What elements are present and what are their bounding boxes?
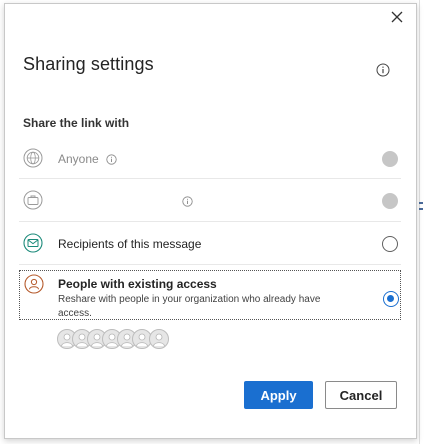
option-label: Recipients of this message — [58, 237, 202, 251]
close-button[interactable] — [386, 6, 408, 28]
info-button[interactable] — [376, 63, 390, 77]
globe-icon — [23, 148, 43, 168]
radio-anyone[interactable] — [382, 151, 398, 167]
mail-icon — [23, 233, 43, 253]
avatar — [149, 329, 169, 349]
radio-recipients[interactable] — [382, 236, 398, 252]
radio-existing-access[interactable] — [383, 291, 399, 307]
info-icon[interactable] — [106, 154, 117, 165]
option-existing-access[interactable]: People with existing access Reshare with… — [19, 270, 401, 320]
divider — [19, 178, 401, 179]
close-icon — [391, 11, 403, 23]
section-label: Share the link with — [23, 116, 130, 130]
option-label: People with existing access — [58, 277, 217, 291]
sharing-settings-dialog: Sharing settings Share the link with Any… — [4, 3, 417, 439]
briefcase-icon — [23, 190, 43, 210]
divider — [19, 264, 401, 265]
people-avatars — [57, 329, 187, 351]
apply-button[interactable]: Apply — [244, 381, 313, 409]
option-organization[interactable] — [19, 182, 401, 220]
dialog-title: Sharing settings — [23, 54, 154, 74]
option-anyone[interactable]: Anyone — [19, 139, 401, 177]
background-edge-mark — [419, 208, 423, 210]
radio-organization[interactable] — [382, 193, 398, 209]
background-edge-mark — [419, 202, 423, 204]
info-icon[interactable] — [182, 196, 193, 207]
person-icon — [24, 274, 44, 294]
cancel-button[interactable]: Cancel — [325, 381, 397, 409]
info-icon — [376, 63, 390, 77]
option-description: Reshare with people in your organization… — [58, 294, 321, 319]
option-label: Anyone — [58, 152, 99, 166]
option-recipients[interactable]: Recipients of this message — [19, 225, 401, 263]
background-window-edge — [419, 0, 424, 444]
divider — [19, 221, 401, 222]
